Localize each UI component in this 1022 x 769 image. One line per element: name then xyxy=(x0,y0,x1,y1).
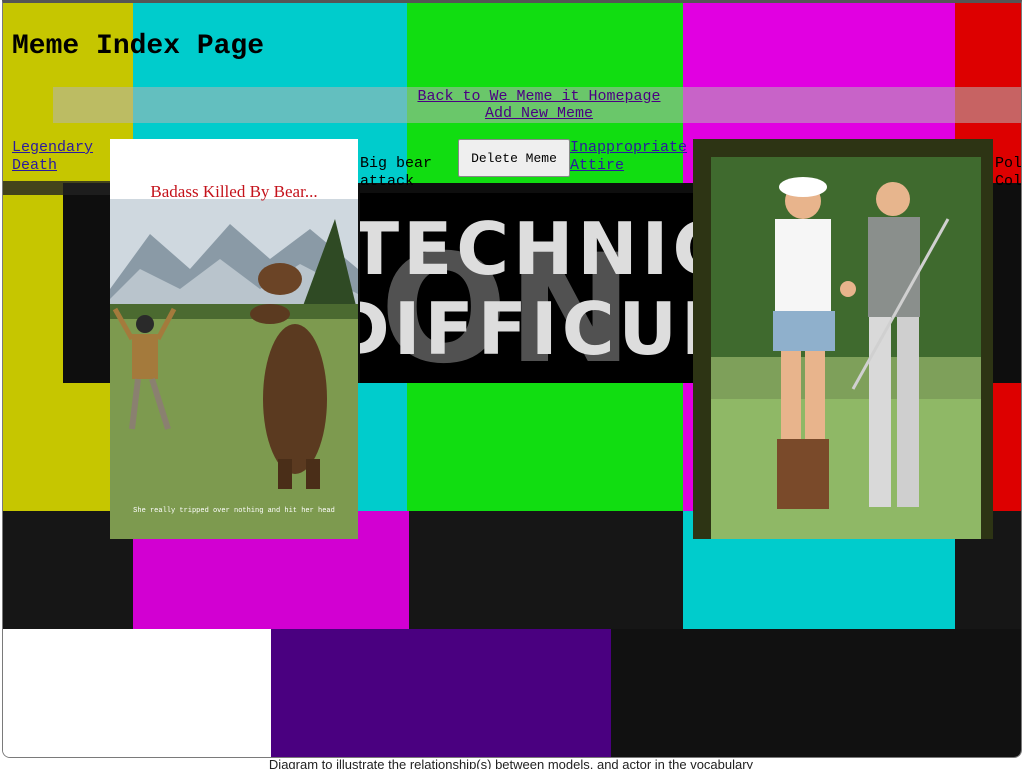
poster-headline: Badass Killed By Bear... xyxy=(150,182,317,201)
figure-caption: Diagram to illustrate the relationship(s… xyxy=(268,758,754,769)
meme-image-golfers[interactable] xyxy=(693,139,993,539)
technical-difficulty-graphic: ON TECHNICAL DIFFICULTY xyxy=(360,193,695,383)
poster-footer: She really tripped over nothing and hit … xyxy=(133,507,335,515)
meme-image-bear[interactable]: Badass Killed By Bear... She really trip… xyxy=(110,139,358,539)
meme-title-inappropriate-attire[interactable]: Inappropriate Attire xyxy=(570,139,695,175)
meme-title-big-bear-attack: Big bear attack xyxy=(360,155,433,185)
page-title: Meme Index Page xyxy=(12,31,265,62)
add-meme-link[interactable]: Add New Meme xyxy=(53,105,1021,122)
meme-title-legendary-death[interactable]: Legendary Death xyxy=(12,139,107,175)
homepage-link[interactable]: Back to We Meme it Homepage xyxy=(53,88,1021,105)
glitch-line-2: DIFFICULTY xyxy=(360,287,695,371)
delete-meme-button[interactable]: Delete Meme xyxy=(458,139,570,177)
browser-viewport: ON TECHNICAL DIFFICULTY Meme Index Page … xyxy=(2,0,1022,758)
glitch-line-1: TECHNICAL xyxy=(360,207,695,291)
nav-bar: Back to We Meme it Homepage Add New Meme xyxy=(53,87,1021,123)
meme-title-pol-col: Pol Col xyxy=(995,155,1022,185)
